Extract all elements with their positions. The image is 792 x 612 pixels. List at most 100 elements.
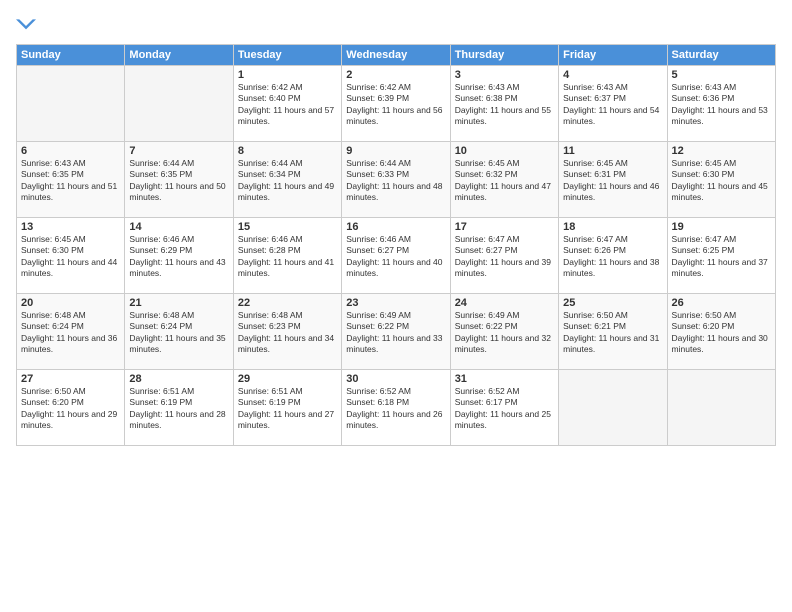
day-cell: 31Sunrise: 6:52 AMSunset: 6:17 PMDayligh… [450,370,558,446]
day-detail: Sunrise: 6:43 AMSunset: 6:38 PMDaylight:… [455,82,554,128]
day-header-saturday: Saturday [667,45,775,66]
week-row-3: 20Sunrise: 6:48 AMSunset: 6:24 PMDayligh… [17,294,776,370]
day-number: 24 [455,297,554,309]
day-number: 27 [21,373,120,385]
day-cell: 12Sunrise: 6:45 AMSunset: 6:30 PMDayligh… [667,142,775,218]
day-detail: Sunrise: 6:45 AMSunset: 6:31 PMDaylight:… [563,158,662,204]
day-number: 29 [238,373,337,385]
day-cell: 19Sunrise: 6:47 AMSunset: 6:25 PMDayligh… [667,218,775,294]
day-number: 3 [455,69,554,81]
day-detail: Sunrise: 6:45 AMSunset: 6:30 PMDaylight:… [21,234,120,280]
day-cell: 2Sunrise: 6:42 AMSunset: 6:39 PMDaylight… [342,66,450,142]
day-cell: 11Sunrise: 6:45 AMSunset: 6:31 PMDayligh… [559,142,667,218]
day-number: 1 [238,69,337,81]
day-cell [667,370,775,446]
day-detail: Sunrise: 6:42 AMSunset: 6:40 PMDaylight:… [238,82,337,128]
day-number: 25 [563,297,662,309]
day-number: 8 [238,145,337,157]
day-number: 5 [672,69,771,81]
day-header-tuesday: Tuesday [233,45,341,66]
day-cell: 26Sunrise: 6:50 AMSunset: 6:20 PMDayligh… [667,294,775,370]
day-number: 6 [21,145,120,157]
day-cell: 3Sunrise: 6:43 AMSunset: 6:38 PMDaylight… [450,66,558,142]
day-number: 15 [238,221,337,233]
day-cell: 18Sunrise: 6:47 AMSunset: 6:26 PMDayligh… [559,218,667,294]
logo [16,16,40,36]
day-number: 9 [346,145,445,157]
day-number: 17 [455,221,554,233]
day-detail: Sunrise: 6:44 AMSunset: 6:35 PMDaylight:… [129,158,228,204]
day-cell: 28Sunrise: 6:51 AMSunset: 6:19 PMDayligh… [125,370,233,446]
day-cell: 22Sunrise: 6:48 AMSunset: 6:23 PMDayligh… [233,294,341,370]
day-number: 2 [346,69,445,81]
day-cell: 25Sunrise: 6:50 AMSunset: 6:21 PMDayligh… [559,294,667,370]
week-row-2: 13Sunrise: 6:45 AMSunset: 6:30 PMDayligh… [17,218,776,294]
logo-icon [16,16,36,36]
day-cell: 17Sunrise: 6:47 AMSunset: 6:27 PMDayligh… [450,218,558,294]
day-detail: Sunrise: 6:46 AMSunset: 6:28 PMDaylight:… [238,234,337,280]
day-cell: 14Sunrise: 6:46 AMSunset: 6:29 PMDayligh… [125,218,233,294]
day-number: 4 [563,69,662,81]
day-number: 22 [238,297,337,309]
day-detail: Sunrise: 6:44 AMSunset: 6:34 PMDaylight:… [238,158,337,204]
day-header-wednesday: Wednesday [342,45,450,66]
day-cell: 21Sunrise: 6:48 AMSunset: 6:24 PMDayligh… [125,294,233,370]
day-number: 26 [672,297,771,309]
day-header-monday: Monday [125,45,233,66]
day-cell: 20Sunrise: 6:48 AMSunset: 6:24 PMDayligh… [17,294,125,370]
day-detail: Sunrise: 6:43 AMSunset: 6:35 PMDaylight:… [21,158,120,204]
day-cell: 30Sunrise: 6:52 AMSunset: 6:18 PMDayligh… [342,370,450,446]
day-header-friday: Friday [559,45,667,66]
day-cell: 29Sunrise: 6:51 AMSunset: 6:19 PMDayligh… [233,370,341,446]
day-detail: Sunrise: 6:48 AMSunset: 6:24 PMDaylight:… [129,310,228,356]
day-number: 23 [346,297,445,309]
day-detail: Sunrise: 6:48 AMSunset: 6:23 PMDaylight:… [238,310,337,356]
day-number: 21 [129,297,228,309]
calendar-header [16,16,776,36]
day-detail: Sunrise: 6:46 AMSunset: 6:29 PMDaylight:… [129,234,228,280]
day-detail: Sunrise: 6:47 AMSunset: 6:26 PMDaylight:… [563,234,662,280]
day-cell: 8Sunrise: 6:44 AMSunset: 6:34 PMDaylight… [233,142,341,218]
day-cell: 1Sunrise: 6:42 AMSunset: 6:40 PMDaylight… [233,66,341,142]
day-number: 7 [129,145,228,157]
day-detail: Sunrise: 6:45 AMSunset: 6:32 PMDaylight:… [455,158,554,204]
day-number: 11 [563,145,662,157]
day-number: 19 [672,221,771,233]
day-detail: Sunrise: 6:45 AMSunset: 6:30 PMDaylight:… [672,158,771,204]
calendar-table: SundayMondayTuesdayWednesdayThursdayFrid… [16,44,776,446]
day-number: 12 [672,145,771,157]
day-detail: Sunrise: 6:50 AMSunset: 6:20 PMDaylight:… [672,310,771,356]
day-number: 16 [346,221,445,233]
week-row-0: 1Sunrise: 6:42 AMSunset: 6:40 PMDaylight… [17,66,776,142]
header-row: SundayMondayTuesdayWednesdayThursdayFrid… [17,45,776,66]
day-number: 31 [455,373,554,385]
day-detail: Sunrise: 6:50 AMSunset: 6:20 PMDaylight:… [21,386,120,432]
day-cell: 13Sunrise: 6:45 AMSunset: 6:30 PMDayligh… [17,218,125,294]
day-detail: Sunrise: 6:46 AMSunset: 6:27 PMDaylight:… [346,234,445,280]
calendar-container: SundayMondayTuesdayWednesdayThursdayFrid… [0,0,792,612]
day-detail: Sunrise: 6:49 AMSunset: 6:22 PMDaylight:… [346,310,445,356]
day-cell: 24Sunrise: 6:49 AMSunset: 6:22 PMDayligh… [450,294,558,370]
day-cell [125,66,233,142]
day-detail: Sunrise: 6:44 AMSunset: 6:33 PMDaylight:… [346,158,445,204]
day-detail: Sunrise: 6:47 AMSunset: 6:25 PMDaylight:… [672,234,771,280]
day-detail: Sunrise: 6:52 AMSunset: 6:17 PMDaylight:… [455,386,554,432]
day-header-sunday: Sunday [17,45,125,66]
day-cell: 9Sunrise: 6:44 AMSunset: 6:33 PMDaylight… [342,142,450,218]
day-cell: 15Sunrise: 6:46 AMSunset: 6:28 PMDayligh… [233,218,341,294]
day-number: 13 [21,221,120,233]
day-number: 10 [455,145,554,157]
day-cell: 27Sunrise: 6:50 AMSunset: 6:20 PMDayligh… [17,370,125,446]
day-detail: Sunrise: 6:47 AMSunset: 6:27 PMDaylight:… [455,234,554,280]
day-cell [559,370,667,446]
day-number: 28 [129,373,228,385]
day-detail: Sunrise: 6:51 AMSunset: 6:19 PMDaylight:… [238,386,337,432]
day-number: 30 [346,373,445,385]
day-detail: Sunrise: 6:42 AMSunset: 6:39 PMDaylight:… [346,82,445,128]
week-row-4: 27Sunrise: 6:50 AMSunset: 6:20 PMDayligh… [17,370,776,446]
day-detail: Sunrise: 6:49 AMSunset: 6:22 PMDaylight:… [455,310,554,356]
day-detail: Sunrise: 6:43 AMSunset: 6:37 PMDaylight:… [563,82,662,128]
day-detail: Sunrise: 6:43 AMSunset: 6:36 PMDaylight:… [672,82,771,128]
day-cell [17,66,125,142]
week-row-1: 6Sunrise: 6:43 AMSunset: 6:35 PMDaylight… [17,142,776,218]
